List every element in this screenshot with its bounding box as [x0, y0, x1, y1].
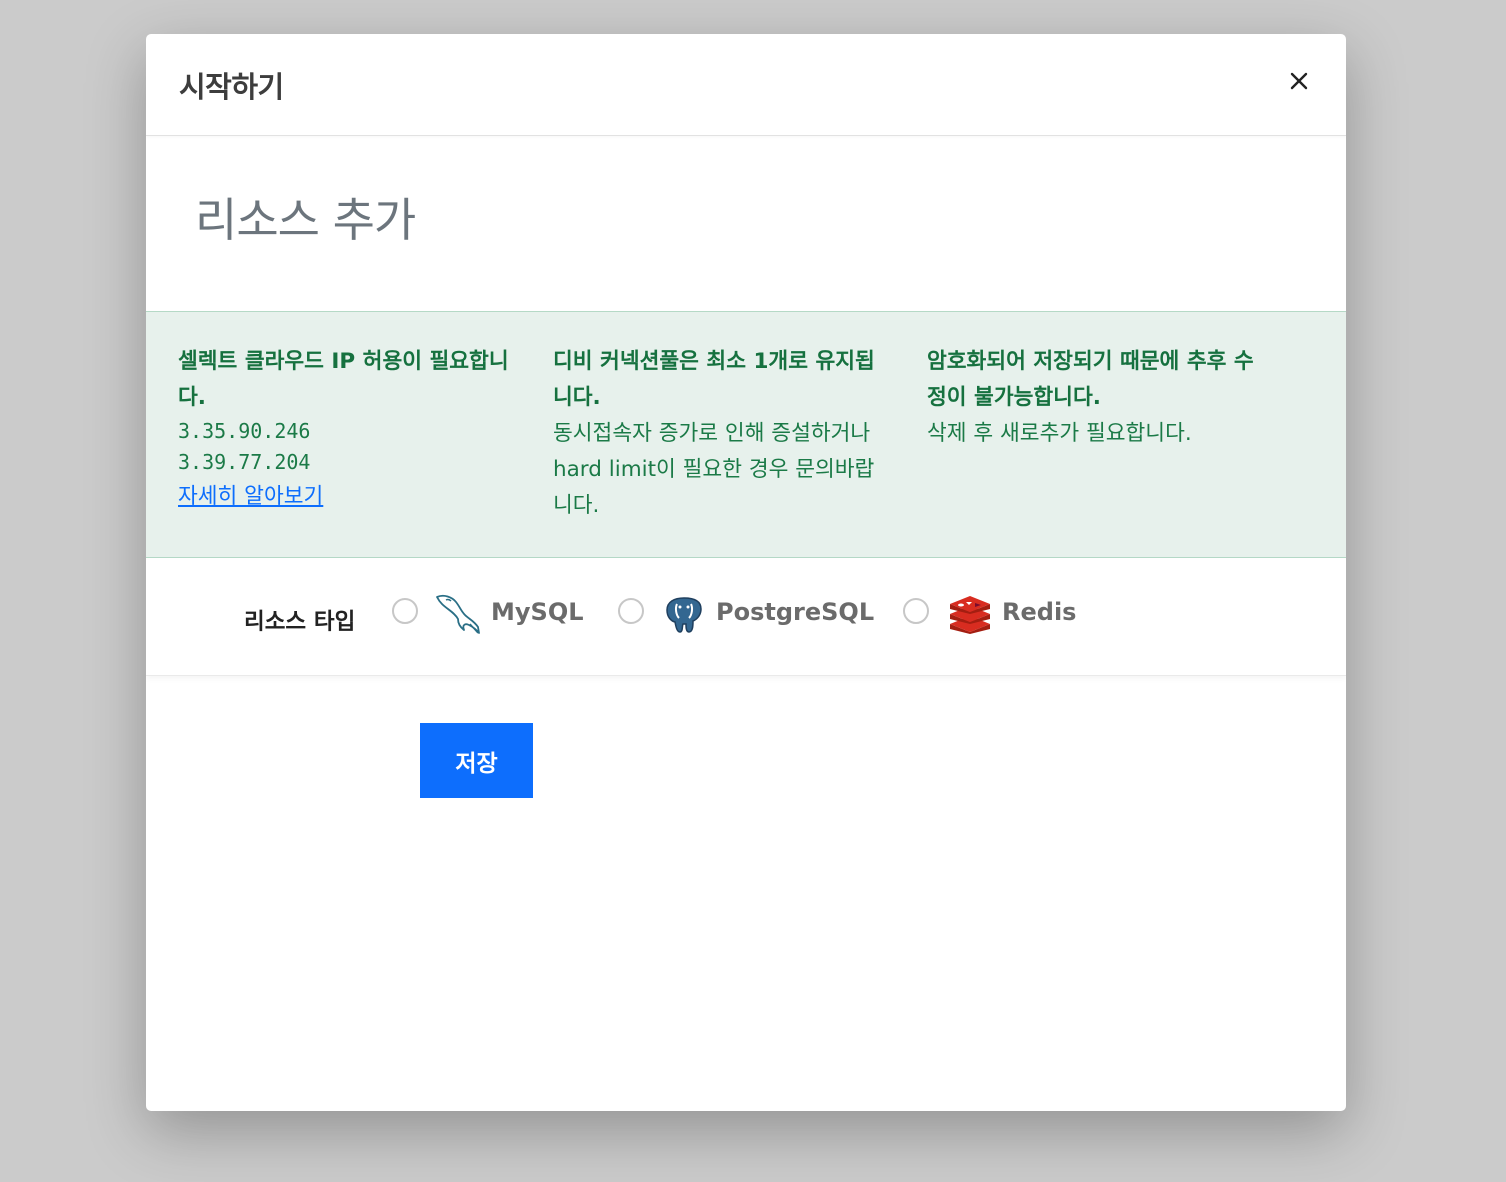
close-button[interactable] [1284, 66, 1314, 96]
save-button[interactable]: 저장 [420, 723, 533, 798]
encrypt-notice-body: 삭제 후 새로추가 필요합니다. [927, 421, 1192, 446]
postgresql-radio[interactable] [618, 598, 644, 624]
page-heading: 리소스 추가 [195, 193, 416, 247]
pool-notice-title: 디비 커넥션풀은 최소 1개로 유지됩니다. [553, 349, 875, 410]
mysql-dolphin-icon [436, 594, 480, 634]
encrypt-notice: 암호화되어 저장되기 때문에 추후 수정이 불가능합니다. 삭제 후 새로추가 … [927, 344, 1267, 452]
start-modal: 시작하기 리소스 추가 셀렉트 클라우드 IP 허용이 필요합니다. 3.35.… [146, 34, 1346, 1111]
resource-type-row: 리소스 타입 MySQL PostgreSQL Redis [146, 558, 1346, 676]
info-alert: 셀렉트 클라우드 IP 허용이 필요합니다. 3.35.90.246 3.39.… [146, 311, 1346, 558]
mysql-label: MySQL [491, 598, 584, 626]
mysql-radio[interactable] [392, 598, 418, 624]
postgresql-elephant-icon [666, 597, 702, 633]
redis-radio[interactable] [903, 598, 929, 624]
ip-notice: 셀렉트 클라우드 IP 허용이 필요합니다. 3.35.90.246 3.39.… [178, 344, 518, 516]
encrypt-notice-title: 암호화되어 저장되기 때문에 추후 수정이 불가능합니다. [927, 349, 1254, 410]
ip-address: 3.39.77.204 [178, 450, 311, 474]
modal-title: 시작하기 [179, 70, 284, 104]
postgresql-label: PostgreSQL [716, 598, 875, 626]
ip-address: 3.35.90.246 [178, 419, 311, 443]
modal-header: 시작하기 [146, 34, 1346, 136]
resource-type-label: 리소스 타입 [244, 609, 356, 635]
ip-notice-title: 셀렉트 클라우드 IP 허용이 필요합니다. [178, 349, 509, 410]
redis-label: Redis [1002, 598, 1077, 626]
pool-notice: 디비 커넥션풀은 최소 1개로 유지됩니다. 동시접속자 증가로 인해 증설하거… [553, 344, 883, 524]
pool-notice-body: 동시접속자 증가로 인해 증설하거나 hard limit이 필요한 경우 문의… [553, 421, 875, 518]
close-icon [1290, 72, 1308, 90]
redis-icon [950, 596, 990, 634]
learn-more-link[interactable]: 자세히 알아보기 [178, 484, 323, 509]
